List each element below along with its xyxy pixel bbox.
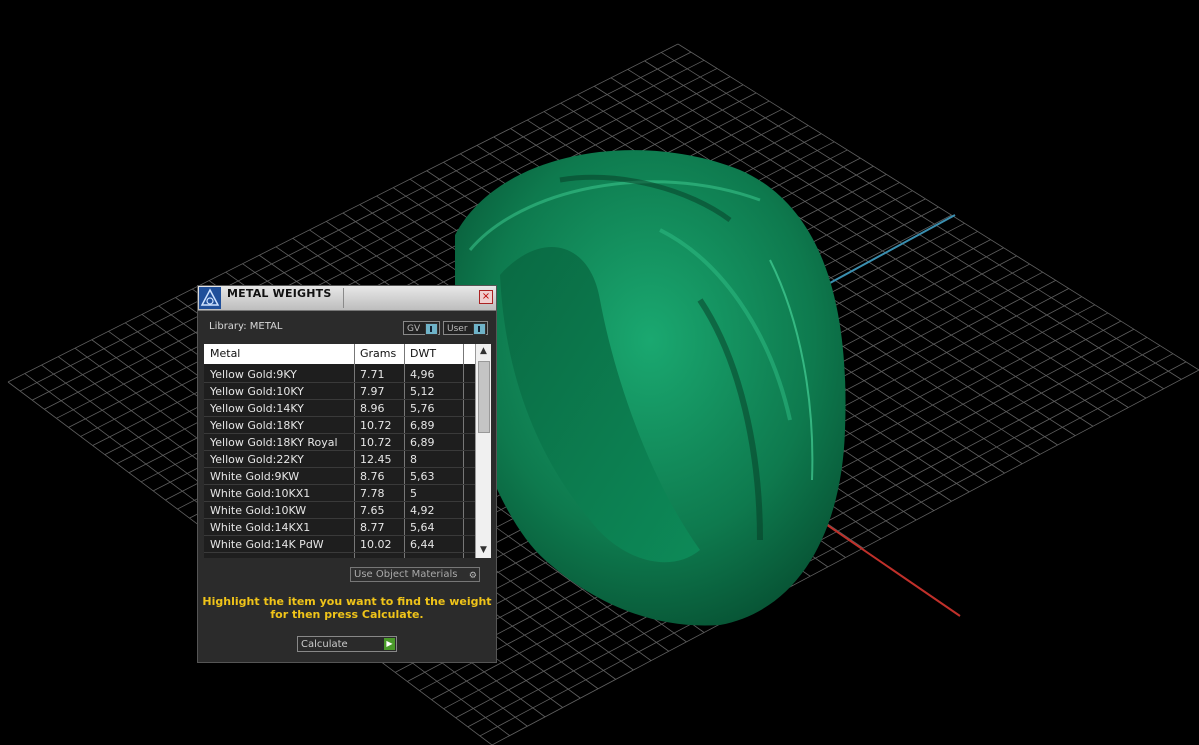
grams-cell: 7.78 xyxy=(360,487,385,500)
3d-viewport[interactable] xyxy=(0,0,1199,745)
grams-cell: 7.71 xyxy=(360,368,385,381)
instruction-line-1: Highlight the item you want to find the … xyxy=(202,595,492,608)
dwt-cell: 5,76 xyxy=(410,402,435,415)
grams-cell: 8.76 xyxy=(360,470,385,483)
table-rows: Yellow Gold:9KY 7.71 4,96 Yellow Gold:10KY 7… xyxy=(204,366,476,553)
metal-name-cell: White Gold:10KX1 xyxy=(210,487,311,500)
dwt-cell: 5,63 xyxy=(410,470,435,483)
table-header: Metal Grams DWT xyxy=(204,344,476,364)
grams-cell: 10.72 xyxy=(360,419,392,432)
grams-cell: 10.02 xyxy=(360,538,392,551)
calculate-button[interactable]: Calculate ▶ xyxy=(297,636,397,652)
title-divider xyxy=(343,288,344,308)
metal-name-cell: White Gold:9KW xyxy=(210,470,300,483)
metal-name-cell: Yellow Gold:18KY xyxy=(210,419,304,432)
dwt-cell: 6,89 xyxy=(410,436,435,449)
table-row[interactable]: White Gold:14K PdW 10.02 6,44 xyxy=(204,536,476,553)
grams-cell: 7.65 xyxy=(360,504,385,517)
metal-name-cell: Yellow Gold:10KY xyxy=(210,385,304,398)
dwt-cell: 6,44 xyxy=(410,538,435,551)
table-row[interactable]: White Gold:9KW 8.76 5,63 xyxy=(204,468,476,485)
close-icon[interactable]: × xyxy=(479,290,493,304)
dwt-cell: 4,92 xyxy=(410,504,435,517)
column-header-dwt[interactable]: DWT xyxy=(410,347,436,360)
metal-name-cell: Yellow Gold:14KY xyxy=(210,402,304,415)
table-row[interactable]: White Gold:14KX1 8.77 5,64 xyxy=(204,519,476,536)
instruction-line-2: for then press Calculate. xyxy=(270,608,424,621)
panel-titlebar[interactable]: METAL WEIGHTS × xyxy=(198,286,496,311)
table-row[interactable]: Yellow Gold:18KY Royal 10.72 6,89 xyxy=(204,434,476,451)
dwt-cell: 5,12 xyxy=(410,385,435,398)
metal-weights-panel: METAL WEIGHTS × Library: METAL GV User M… xyxy=(197,285,497,663)
metal-name-cell: Yellow Gold:9KY xyxy=(210,368,297,381)
app-logo-icon xyxy=(199,287,221,309)
table-row[interactable]: White Gold:10KX1 7.78 5 xyxy=(204,485,476,502)
toggle-switch-icon xyxy=(425,323,438,335)
metal-table[interactable]: Metal Grams DWT Yellow Gold:9KY 7.71 4,96 Y… xyxy=(204,344,491,558)
calculate-label: Calculate xyxy=(301,639,348,650)
grams-cell: 8.96 xyxy=(360,402,385,415)
table-row[interactable]: Yellow Gold:9KY 7.71 4,96 xyxy=(204,366,476,383)
scrollbar-thumb[interactable] xyxy=(478,361,490,433)
table-row[interactable]: Yellow Gold:10KY 7.97 5,12 xyxy=(204,383,476,400)
gear-icon: ⚙ xyxy=(468,571,477,581)
table-row[interactable]: Yellow Gold:22KY 12.45 8 xyxy=(204,451,476,468)
table-row[interactable]: White Gold:10KW 7.65 4,92 xyxy=(204,502,476,519)
ring-model[interactable] xyxy=(455,150,846,626)
metal-name-cell: White Gold:14K PdW xyxy=(210,538,324,551)
grams-cell: 7.97 xyxy=(360,385,385,398)
chevron-up-icon[interactable]: ▲ xyxy=(476,344,491,359)
grams-cell: 8.77 xyxy=(360,521,385,534)
play-arrow-icon: ▶ xyxy=(384,638,395,650)
use-object-materials-label: Use Object Materials xyxy=(354,569,458,580)
library-label: Library: METAL xyxy=(209,321,283,332)
metal-name-cell: White Gold:10KW xyxy=(210,504,307,517)
dwt-cell: 5,64 xyxy=(410,521,435,534)
metal-name-cell: Yellow Gold:22KY xyxy=(210,453,304,466)
metal-name-cell: Yellow Gold:18KY Royal xyxy=(210,436,338,449)
table-row[interactable]: Yellow Gold:18KY 10.72 6,89 xyxy=(204,417,476,434)
grams-cell: 12.45 xyxy=(360,453,392,466)
use-object-materials-button[interactable]: Use Object Materials ⚙ xyxy=(350,567,480,582)
dwt-cell: 6,89 xyxy=(410,419,435,432)
toggle-switch-icon xyxy=(473,323,486,335)
grams-cell: 10.72 xyxy=(360,436,392,449)
column-header-grams[interactable]: Grams xyxy=(360,347,396,360)
column-header-metal[interactable]: Metal xyxy=(210,347,240,360)
table-row[interactable]: Yellow Gold:14KY 8.96 5,76 xyxy=(204,400,476,417)
gv-toggle-label: GV xyxy=(407,324,421,334)
user-toggle-label: User xyxy=(447,324,468,334)
user-toggle[interactable]: User xyxy=(443,321,488,335)
table-scrollbar[interactable]: ▲ ▼ xyxy=(475,344,491,558)
instruction-text: Highlight the item you want to find the … xyxy=(198,595,496,621)
metal-name-cell: White Gold:14KX1 xyxy=(210,521,311,534)
dwt-cell: 8 xyxy=(410,453,417,466)
dwt-cell: 5 xyxy=(410,487,417,500)
gv-toggle[interactable]: GV xyxy=(403,321,440,335)
dwt-cell: 4,96 xyxy=(410,368,435,381)
panel-title: METAL WEIGHTS xyxy=(227,287,332,300)
chevron-down-icon[interactable]: ▼ xyxy=(476,543,491,558)
